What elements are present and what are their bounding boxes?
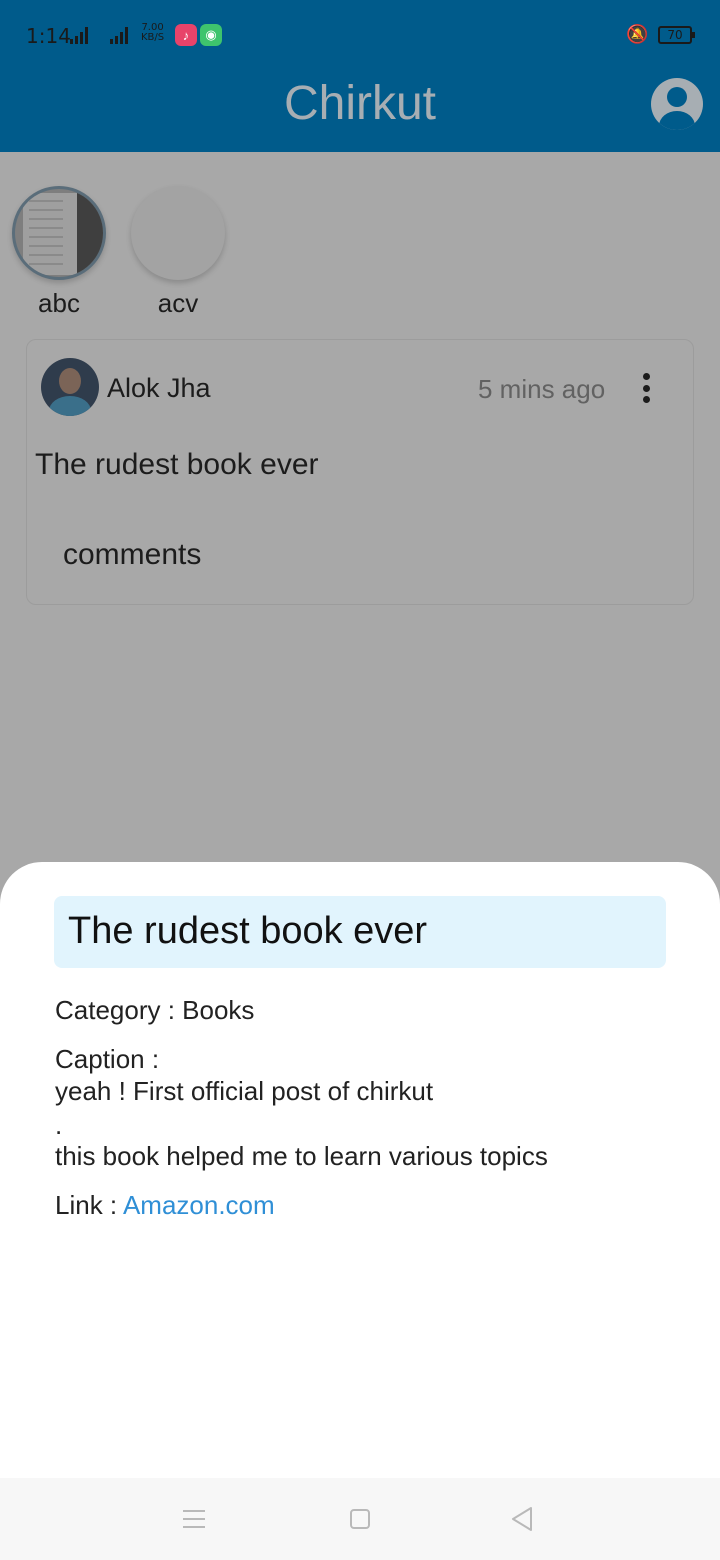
app-title: Chirkut — [283, 77, 437, 130]
post-author[interactable]: Alok Jha — [107, 373, 211, 404]
more-vert-icon[interactable] — [637, 370, 655, 406]
sheet-title-box: The rudest book ever — [54, 896, 666, 968]
battery-level: 70 — [667, 28, 683, 42]
music-app-icon: ♪ — [175, 24, 197, 46]
app-bar: Chirkut — [0, 64, 720, 152]
post-details-sheet: The rudest book ever Category : Books Ca… — [0, 862, 720, 1478]
story-label: acv — [157, 288, 199, 318]
amazon-link[interactable]: Amazon.com — [123, 1190, 275, 1220]
status-bar: 1:14 7.00 KB/S ♪ ◉ 🔕 70 — [0, 0, 720, 64]
vibrate-mute-icon: 🔕 — [626, 24, 649, 44]
caption-line: . — [55, 1110, 63, 1140]
story-item[interactable]: acv — [131, 186, 225, 319]
home-icon[interactable] — [350, 1509, 370, 1529]
battery-icon: 70 — [658, 26, 695, 44]
account-circle-icon[interactable] — [651, 78, 703, 130]
story-avatar — [131, 186, 225, 280]
system-nav-bar — [0, 1478, 720, 1560]
menu-icon[interactable] — [183, 1510, 205, 1528]
chat-app-icon: ◉ — [200, 24, 222, 46]
caption-line: this book helped me to learn various top… — [55, 1141, 548, 1171]
story-avatar — [12, 186, 106, 280]
sheet-title: The rudest book ever — [68, 910, 428, 952]
back-icon[interactable] — [510, 1506, 534, 1532]
signal-icon — [70, 26, 88, 44]
network-speed-unit: KB/S — [141, 32, 165, 43]
caption-line: yeah ! First official post of chirkut — [55, 1076, 434, 1106]
post-card[interactable]: Alok Jha 5 mins ago The rudest book ever… — [26, 339, 694, 605]
network-speed: 7.00 KB/S — [141, 23, 164, 43]
post-title: The rudest book ever — [35, 448, 319, 481]
link-label: Link : — [55, 1190, 118, 1220]
link-row: Link : Amazon.com — [55, 1190, 275, 1221]
comments-link[interactable]: comments — [63, 538, 201, 572]
status-time: 1:14 — [26, 24, 71, 48]
author-avatar[interactable] — [41, 358, 99, 416]
post-time: 5 mins ago — [478, 374, 606, 404]
category-line: Category : Books — [55, 995, 255, 1025]
story-label: abc — [38, 288, 80, 318]
signal-hd-icon — [110, 26, 128, 44]
story-item[interactable]: abc — [12, 186, 106, 319]
caption-label: Caption : — [55, 1044, 160, 1074]
